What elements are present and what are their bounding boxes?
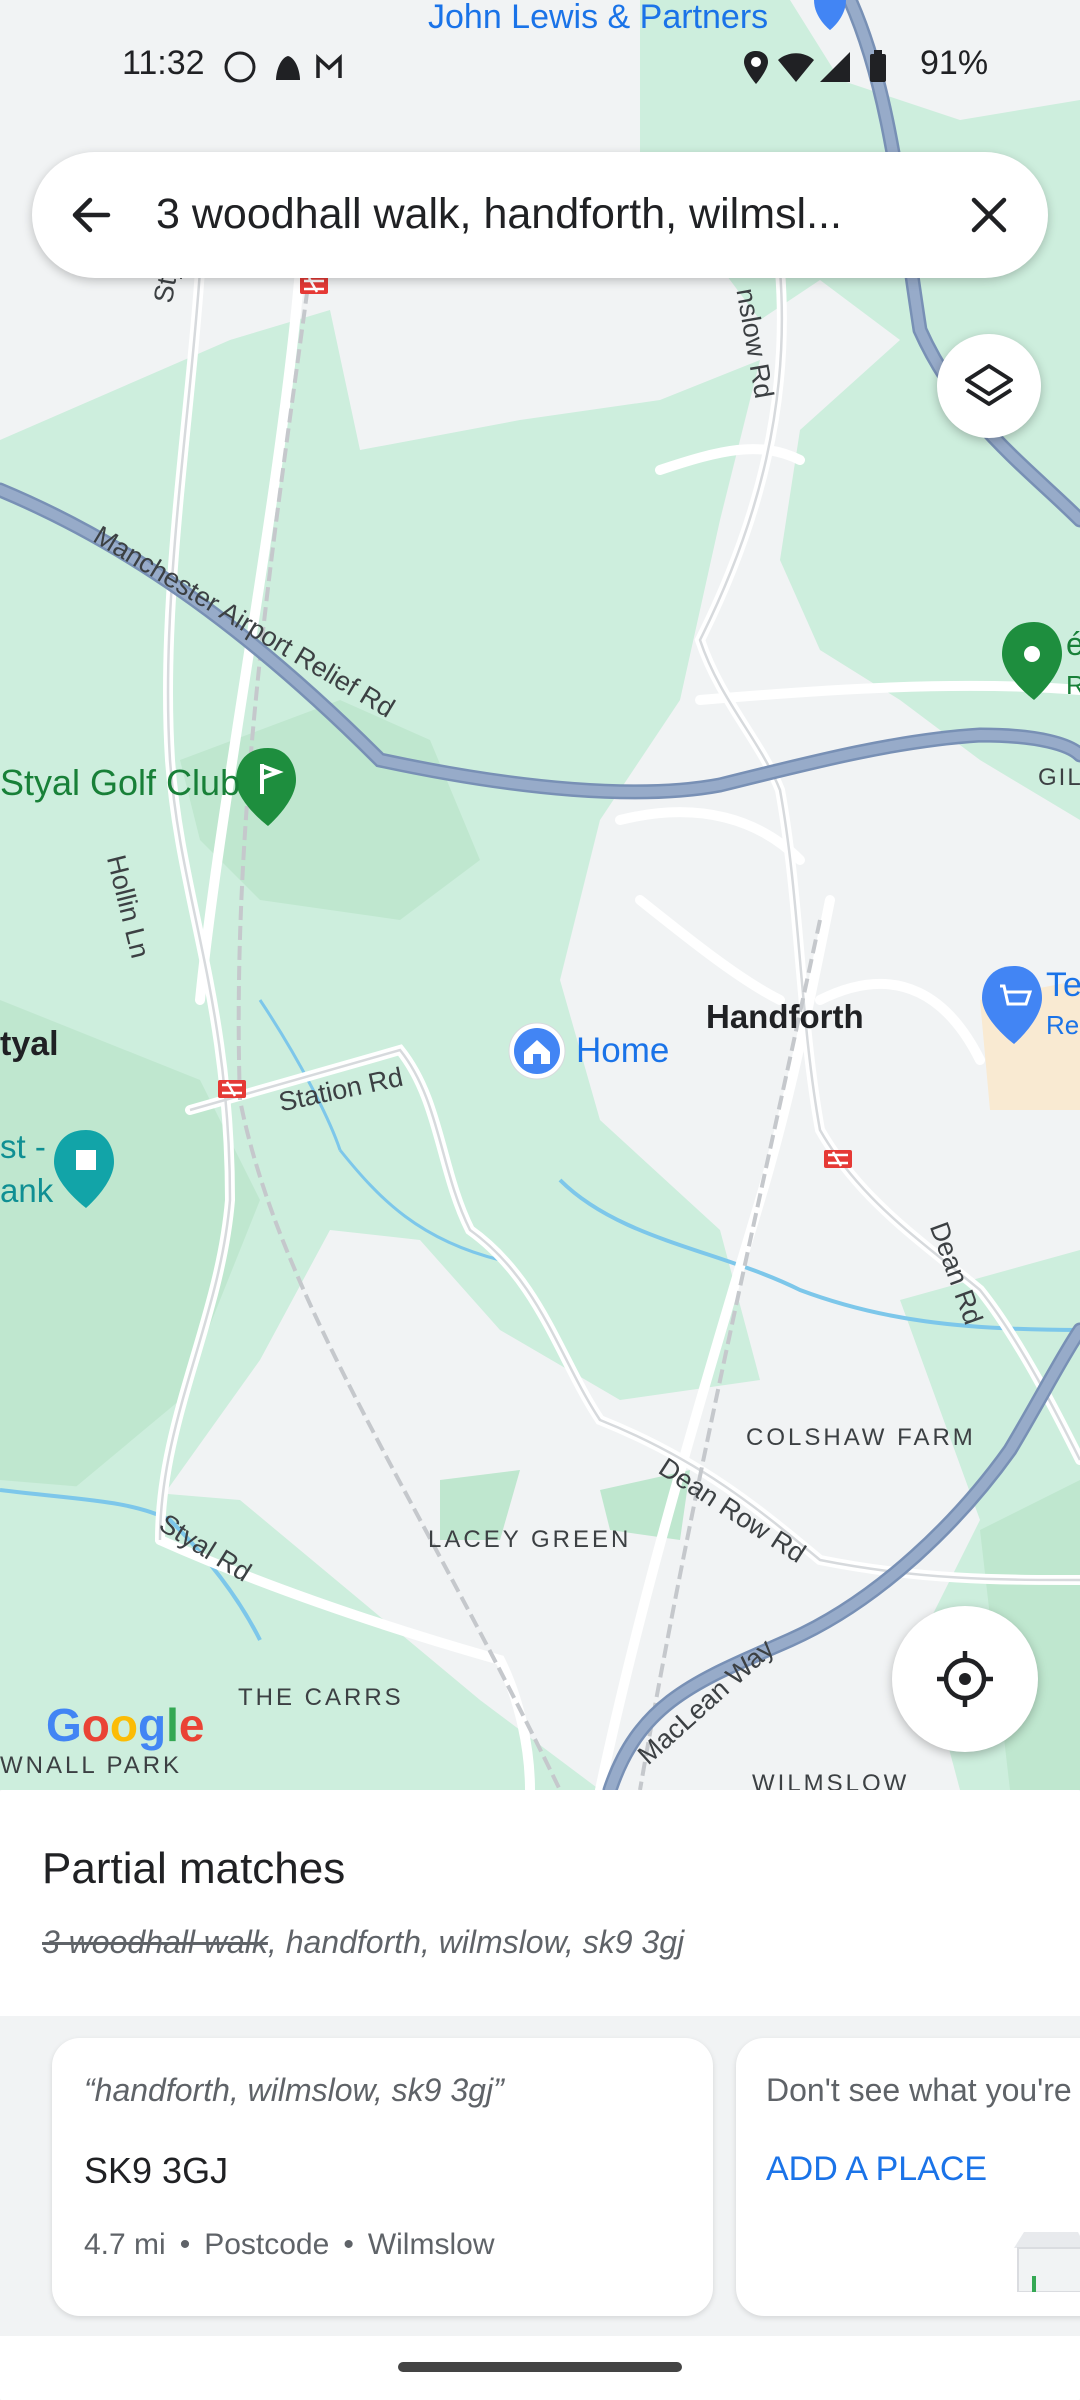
area-label-wnall-park: WNALL PARK	[0, 1752, 183, 1779]
place-label-trust-line1[interactable]: st -	[0, 1128, 46, 1166]
town-label-styal: tyal	[0, 1025, 59, 1063]
unmatched-part: 3 woodhall walk	[42, 1924, 268, 1960]
signal-icon	[820, 52, 850, 82]
result-type: Postcode	[204, 2228, 330, 2261]
area-label-the-carrs: THE CARRS	[238, 1684, 404, 1711]
result-card[interactable]: “handforth, wilmslow, sk9 3gj” SK9 3GJ 4…	[52, 2038, 713, 2316]
layers-icon	[965, 364, 1013, 406]
place-label-tesco-line2[interactable]: Re	[1046, 1010, 1079, 1041]
wifi-icon	[778, 53, 814, 82]
place-label-right-line2[interactable]: R	[1066, 670, 1080, 701]
result-quote: “handforth, wilmslow, sk9 3gj”	[84, 2072, 504, 2108]
add-place-card[interactable]: Don't see what you're ADD A PLACE	[736, 2038, 1080, 2316]
area-label-colshaw-farm: COLSHAW FARM	[746, 1424, 976, 1451]
status-bar: 11:32 91%	[0, 44, 1080, 88]
search-input[interactable]: 3 woodhall walk, handforth, wilmsl...	[156, 190, 956, 239]
matched-part: , handforth, wilmslow, sk9 3gj	[267, 1924, 685, 1960]
area-label-lacey-green: LACEY GREEN	[428, 1526, 632, 1553]
home-indicator[interactable]	[398, 2362, 682, 2372]
my-location-button[interactable]	[892, 1606, 1038, 1752]
town-label-handforth: Handforth	[706, 998, 864, 1035]
sheet-title: Partial matches	[42, 1844, 346, 1893]
place-label-home[interactable]: Home	[576, 1031, 669, 1071]
place-label-tesco-line1[interactable]: Te	[1046, 966, 1080, 1005]
notification-icons	[224, 51, 342, 83]
place-label-john-lewis[interactable]: John Lewis & Partners	[428, 0, 768, 37]
layers-button[interactable]	[937, 334, 1041, 438]
result-meta: 4.7 mi • Postcode • Wilmslow	[84, 2228, 495, 2261]
area-label-gil: GIL	[1038, 764, 1080, 791]
system-icons	[744, 50, 886, 84]
google-logo: Google	[46, 1699, 205, 1751]
result-locality: Wilmslow	[367, 2228, 495, 2261]
location-icon	[744, 51, 768, 84]
whatsapp-icon	[224, 51, 256, 83]
store-illustration-icon	[1014, 2232, 1080, 2292]
partial-match-query: 3 woodhall walk, handforth, wilmslow, sk…	[42, 1924, 684, 1961]
results-sheet[interactable]: Partial matches 3 woodhall walk, handfor…	[0, 1790, 1080, 2400]
back-arrow-icon[interactable]	[66, 190, 116, 240]
place-label-golf-club[interactable]: Styal Golf Club	[0, 762, 240, 804]
clear-search-icon[interactable]	[964, 190, 1014, 240]
add-place-link[interactable]: ADD A PLACE	[766, 2150, 987, 2189]
status-time: 11:32	[122, 44, 205, 82]
add-place-prompt: Don't see what you're	[766, 2072, 1072, 2108]
result-distance: 4.7 mi	[84, 2228, 166, 2261]
search-bar[interactable]: 3 woodhall walk, handforth, wilmsl...	[32, 152, 1048, 278]
results-carousel[interactable]: “handforth, wilmslow, sk9 3gj” SK9 3GJ 4…	[0, 2016, 1080, 2336]
place-label-right-line1[interactable]: é	[1066, 626, 1080, 663]
place-label-trust-line2[interactable]: ank	[0, 1172, 53, 1210]
crosshair-icon	[937, 1651, 993, 1707]
snapchat-icon	[276, 56, 300, 80]
battery-icon	[870, 54, 886, 82]
result-title: SK9 3GJ	[84, 2150, 229, 2191]
battery-percent: 91%	[920, 44, 989, 82]
gmail-icon	[316, 54, 342, 78]
